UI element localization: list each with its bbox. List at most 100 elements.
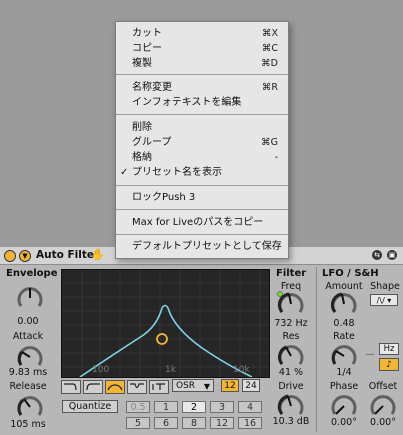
- auto-filter-device: ▼ Auto Filter ✋ ⇆ ▣ Envelope 0.00 Attack…: [0, 247, 403, 435]
- release-knob[interactable]: [16, 394, 44, 420]
- menu-item-duplicate[interactable]: 複製 ⌘D: [116, 56, 288, 71]
- menu-item-copy[interactable]: コピー ⌘C: [116, 41, 288, 56]
- quantize-value-button[interactable]: 4: [238, 401, 262, 413]
- shape-label: Shape: [370, 281, 400, 292]
- menu-item-shortcut: ⌘C: [261, 43, 278, 54]
- menu-item-label: グループ: [132, 137, 172, 148]
- menu-item-shortcut: ⌘G: [261, 137, 278, 148]
- menu-item-save-default-preset[interactable]: デフォルトプリセットとして保存: [116, 239, 288, 254]
- menu-item-label: 名称変更: [132, 82, 172, 93]
- quantize-button[interactable]: Quantize: [62, 400, 118, 413]
- drive-label: Drive: [278, 381, 304, 392]
- envelope-amount-knob[interactable]: [16, 284, 44, 312]
- menu-item-delete[interactable]: 削除: [116, 120, 288, 135]
- menu-item-label: デフォルトプリセットとして保存: [132, 241, 282, 252]
- menu-item-show-preset-name[interactable]: ✓ プリセット名を表示: [116, 165, 288, 180]
- menu-item-cut[interactable]: カット ⌘X: [116, 26, 288, 41]
- menu-item-label: 格納: [132, 152, 152, 163]
- lfo-section-title: LFO / S&H: [322, 268, 379, 279]
- freq-value[interactable]: 732 Hz: [270, 318, 312, 329]
- slope-24-button[interactable]: 24: [242, 379, 260, 392]
- res-value[interactable]: 41 %: [270, 367, 312, 378]
- device-activator-button[interactable]: [4, 250, 16, 262]
- release-value[interactable]: 105 ms: [4, 419, 52, 430]
- quantize-value-button[interactable]: 3: [210, 401, 234, 413]
- quantize-value-button[interactable]: 1: [154, 401, 178, 413]
- rate-value[interactable]: 1/4: [322, 367, 366, 378]
- device-title[interactable]: Auto Filter: [36, 249, 99, 261]
- drive-value[interactable]: 10.3 dB: [268, 416, 314, 427]
- menu-item-edit-info-text[interactable]: インフォテキストを編集: [116, 95, 288, 110]
- menu-separator: [116, 114, 288, 115]
- menu-item-fold[interactable]: 格納 -: [116, 150, 288, 165]
- quantize-value-button[interactable]: 8: [182, 417, 206, 429]
- save-preset-icon[interactable]: ▣: [387, 250, 397, 260]
- rate-knob[interactable]: [330, 343, 358, 369]
- rate-sync-note-button[interactable]: ♪: [379, 358, 399, 371]
- menu-separator: [116, 74, 288, 75]
- menu-separator: [116, 209, 288, 210]
- lfo-amount-knob[interactable]: [330, 291, 358, 317]
- phase-label: Phase: [329, 381, 359, 392]
- menu-item-group[interactable]: グループ ⌘G: [116, 135, 288, 150]
- res-label: Res: [282, 331, 300, 342]
- attack-value[interactable]: 9.83 ms: [4, 367, 52, 378]
- attack-label: Attack: [12, 331, 44, 342]
- chevron-down-icon: ▼: [203, 382, 210, 391]
- context-menu: カット ⌘X コピー ⌘C 複製 ⌘D 名称変更 ⌘R インフォテキストを編集 …: [115, 21, 289, 259]
- menu-item-label: Max for Liveのパスをコピー: [132, 217, 264, 228]
- filter-response-graph[interactable]: 100 1k 10k: [61, 269, 270, 378]
- checkmark-icon: ✓: [120, 167, 129, 178]
- freq-tick-label: 10k: [233, 365, 250, 375]
- release-label: Release: [9, 381, 47, 392]
- quantize-value-button[interactable]: 2: [182, 401, 206, 413]
- quantize-value-button[interactable]: 0.5: [126, 401, 150, 413]
- filter-curve: [62, 270, 269, 377]
- slope-12-button[interactable]: 12: [221, 379, 239, 392]
- menu-item-label: 削除: [132, 122, 152, 133]
- sync-divider: —: [365, 349, 375, 360]
- bandpass-filter-button[interactable]: [105, 380, 125, 394]
- lfo-amount-value[interactable]: 0.48: [322, 318, 366, 329]
- menu-item-shortcut: ⌘X: [261, 28, 278, 39]
- menu-item-label: プリセット名を表示: [132, 167, 222, 178]
- morph-filter-button[interactable]: [149, 380, 169, 394]
- quantize-value-button[interactable]: 12: [210, 417, 234, 429]
- menu-item-rename[interactable]: 名称変更 ⌘R: [116, 80, 288, 95]
- menu-item-shortcut: ⌘R: [261, 82, 278, 93]
- section-divider: [316, 267, 317, 432]
- quantize-value-button[interactable]: 16: [238, 417, 262, 429]
- hot-swap-icon[interactable]: ⇆: [372, 250, 382, 260]
- freq-tick-label: 100: [92, 365, 110, 375]
- envelope-title: Envelope: [6, 268, 58, 279]
- menu-item-label: ロックPush 3: [132, 192, 196, 203]
- freq-tick-label: 1k: [165, 365, 176, 375]
- offset-knob[interactable]: [369, 393, 397, 419]
- offset-value[interactable]: 0.00°: [364, 417, 402, 428]
- menu-item-label: インフォテキストを編集: [132, 97, 242, 108]
- hand-icon: ✋: [91, 248, 105, 261]
- fold-button[interactable]: ▼: [19, 250, 31, 262]
- notch-filter-button[interactable]: [127, 380, 147, 394]
- menu-item-label: 複製: [132, 58, 152, 69]
- menu-item-copy-max-path[interactable]: Max for Liveのパスをコピー: [116, 215, 288, 230]
- menu-separator: [116, 234, 288, 235]
- res-knob[interactable]: [277, 343, 305, 369]
- phase-value[interactable]: 0.00°: [322, 417, 366, 428]
- phase-knob[interactable]: [330, 393, 358, 419]
- filter-section-title: Filter: [276, 268, 307, 279]
- menu-item-shortcut: ⌘D: [261, 58, 278, 69]
- quantize-value-button[interactable]: 5: [126, 417, 150, 429]
- menu-item-shortcut: -: [274, 152, 278, 163]
- menu-item-lock-push3[interactable]: ロックPush 3: [116, 190, 288, 205]
- highpass-filter-button[interactable]: [83, 380, 103, 394]
- freq-knob[interactable]: [277, 291, 305, 317]
- rate-hz-button[interactable]: Hz: [379, 343, 399, 355]
- lowpass-filter-button[interactable]: [61, 380, 81, 394]
- filter-circuit-select[interactable]: OSR ▼: [172, 379, 214, 392]
- menu-separator: [116, 185, 288, 186]
- quantize-value-button[interactable]: 6: [154, 417, 178, 429]
- filter-circuit-value: OSR: [176, 381, 196, 391]
- envelope-amount-value[interactable]: 0.00: [6, 316, 50, 327]
- lfo-shape-select[interactable]: /\/ ▾: [370, 294, 398, 306]
